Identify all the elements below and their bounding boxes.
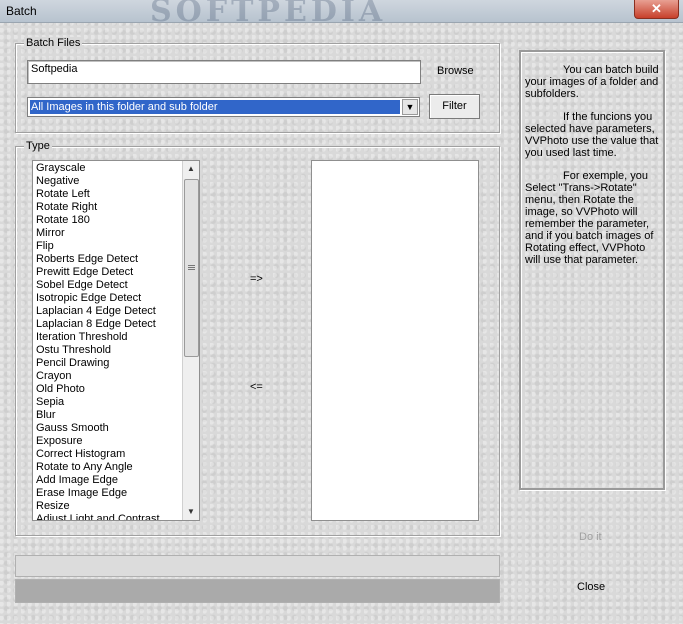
list-scrollbar[interactable]: ▲ ▼ xyxy=(182,161,199,520)
list-item[interactable]: Sobel Edge Detect xyxy=(36,279,181,292)
info-paragraph-2: If the funcions you selected have parame… xyxy=(525,111,659,159)
watermark: SOFTPEDIA xyxy=(150,0,387,29)
available-types-items: Grayscale Negative Rotate Left Rotate Right… xyxy=(36,162,181,520)
window-title: Batch xyxy=(6,4,37,18)
list-item[interactable]: Crayon xyxy=(36,370,181,383)
list-item[interactable]: Blur xyxy=(36,409,181,422)
batch-files-label: Batch Files xyxy=(24,37,83,49)
list-item[interactable]: Correct Histogram xyxy=(36,448,181,461)
list-item[interactable]: Pencil Drawing xyxy=(36,357,181,370)
list-item[interactable]: Flip xyxy=(36,240,181,253)
close-icon: ✕ xyxy=(651,1,662,16)
list-item[interactable]: Resize xyxy=(36,500,181,513)
filter-selected-value: All Images in this folder and sub folder xyxy=(31,101,218,113)
list-item[interactable]: Grayscale xyxy=(36,162,181,175)
folder-path-input[interactable]: Softpedia xyxy=(27,60,421,84)
list-item[interactable]: Rotate 180 xyxy=(36,214,181,227)
scroll-down-icon[interactable]: ▼ xyxy=(183,504,199,520)
browse-button[interactable]: Browse xyxy=(437,65,474,77)
list-item[interactable]: Prewitt Edge Detect xyxy=(36,266,181,279)
available-types-list[interactable]: Grayscale Negative Rotate Left Rotate Right… xyxy=(32,160,200,521)
list-item[interactable]: Erase Image Edge xyxy=(36,487,181,500)
list-item[interactable]: Rotate to Any Angle xyxy=(36,461,181,474)
info-paragraph-1: You can batch build your images of a fol… xyxy=(525,64,659,100)
batch-window: Batch SOFTPEDIA ✕ Batch Files Softpedia … xyxy=(0,0,683,624)
window-close-button[interactable]: ✕ xyxy=(634,0,679,19)
remove-type-button[interactable]: <= xyxy=(250,381,263,393)
list-item[interactable]: Sepia xyxy=(36,396,181,409)
batch-files-group: Batch Files xyxy=(15,37,500,133)
list-item[interactable]: Ostu Threshold xyxy=(36,344,181,357)
filter-dropdown[interactable]: All Images in this folder and sub folder… xyxy=(27,97,420,117)
list-item[interactable]: Isotropic Edge Detect xyxy=(36,292,181,305)
list-item[interactable]: Add Image Edge xyxy=(36,474,181,487)
title-bar[interactable]: Batch SOFTPEDIA ✕ xyxy=(0,0,683,29)
list-item[interactable]: Old Photo xyxy=(36,383,181,396)
scroll-up-icon[interactable]: ▲ xyxy=(183,161,199,177)
list-item[interactable]: Laplacian 8 Edge Detect xyxy=(36,318,181,331)
status-field xyxy=(15,555,500,577)
scroll-thumb[interactable] xyxy=(184,179,199,357)
info-paragraph-3: For exemple, you Select "Trans->Rotate" … xyxy=(525,170,654,266)
progress-bar xyxy=(15,579,500,603)
list-item[interactable]: Rotate Left xyxy=(36,188,181,201)
type-label: Type xyxy=(24,140,52,152)
filter-button[interactable]: Filter xyxy=(429,94,480,119)
list-item[interactable]: Gauss Smooth xyxy=(36,422,181,435)
list-item[interactable]: Mirror xyxy=(36,227,181,240)
list-item[interactable]: Roberts Edge Detect xyxy=(36,253,181,266)
do-it-button[interactable]: Do it xyxy=(579,531,602,543)
list-item[interactable]: Laplacian 4 Edge Detect xyxy=(36,305,181,318)
chevron-down-icon[interactable]: ▼ xyxy=(402,99,418,115)
list-item[interactable]: Rotate Right xyxy=(36,201,181,214)
filter-button-label: Filter xyxy=(442,100,467,112)
add-type-button[interactable]: => xyxy=(250,273,263,285)
list-item[interactable]: Negative xyxy=(36,175,181,188)
close-button[interactable]: Close xyxy=(577,581,605,593)
selected-types-list[interactable] xyxy=(311,160,479,521)
list-item[interactable]: Iteration Threshold xyxy=(36,331,181,344)
info-panel: You can batch build your images of a fol… xyxy=(519,50,665,490)
list-item[interactable]: Exposure xyxy=(36,435,181,448)
list-item[interactable]: Adjust Light and Contrast xyxy=(36,513,181,520)
